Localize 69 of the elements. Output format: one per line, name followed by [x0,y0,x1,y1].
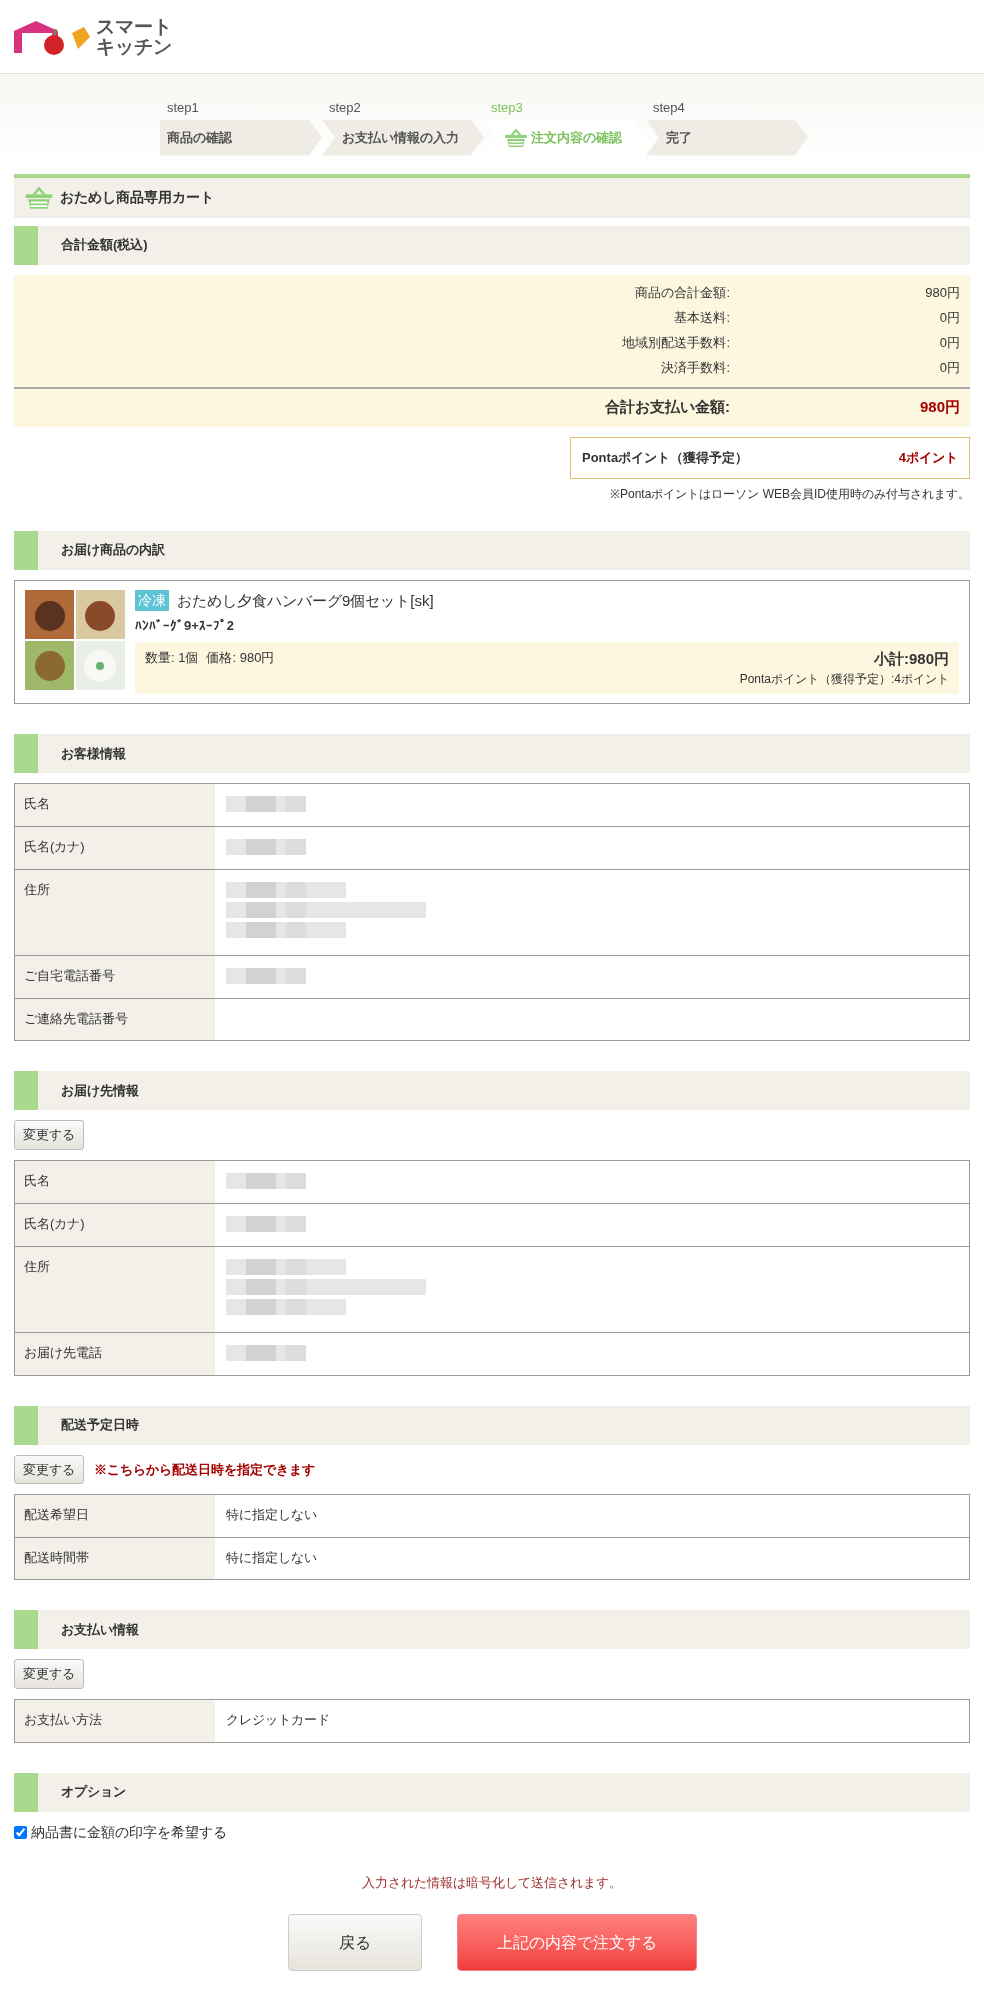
step-label: 商品の確認 [167,128,232,147]
logo-text: スマート キッチン [96,16,172,57]
section-accent-bar [14,530,38,570]
row-label: 住所 [15,870,215,955]
total-value: 0円 [938,334,961,353]
section-accent-bar [14,734,38,773]
delivery-notice: ※こちらから配送日時を指定できます [94,1460,315,1479]
step-number: step4 [652,99,685,117]
section-accent-bar [14,1772,38,1812]
total-label: 商品の合計金額: [635,284,730,303]
row-label: 配送希望日 [15,1495,215,1537]
grand-total-label: 合計お支払い金額: [605,397,730,418]
row-label: 氏名(カナ) [15,1203,215,1246]
total-value: 980円 [924,284,961,303]
security-note: 入力された情報は暗号化して送信されます。 [361,1873,623,1892]
total-value: 0円 [938,359,961,378]
section-accent-bar [14,1610,38,1649]
total-label: 地域別配送手数料: [622,334,730,353]
section-accent-bar [14,1405,38,1445]
section-title: お支払い情報 [61,1620,139,1639]
product-name: おためし夕食ハンバーグ9個セット[sk] [177,590,434,611]
section-accent-bar [14,1071,38,1110]
step-label: 注文内容の確認 [531,128,622,147]
row-label: ご連絡先電話番号 [15,999,215,1040]
price-text: 価格: 980円 [206,648,275,667]
step-number: step3 [490,99,523,117]
grand-total-value: 980円 [918,397,961,418]
row-label: お届け先電話 [15,1332,215,1375]
step-label: 完了 [666,128,692,147]
quantity-text: 数量: 1個 [145,648,199,667]
row-value: 特に指定しない [226,1550,317,1565]
step-label: お支払い情報の入力 [342,128,459,147]
total-label: 基本送料: [674,309,730,328]
row-value: 特に指定しない [226,1507,317,1522]
basket-icon [504,127,528,148]
frozen-badge: 冷凍 [135,590,169,612]
option-label: 納品書に金額の印字を希望する [31,1822,227,1842]
points-text: Pontaポイント（獲得予定）:4ポイント [739,671,949,688]
row-label: ご自宅電話番号 [15,956,215,998]
basket-icon [24,185,54,210]
section-title: お届け先情報 [61,1081,139,1100]
ponta-note: ※Pontaポイントはローソン WEB会員ID使用時のみ付与されます。 [608,485,970,503]
row-label: 氏名 [15,1160,215,1203]
step-number: step2 [328,99,361,117]
back-button[interactable]: 戻る [287,1914,422,1971]
section-title: お客様情報 [61,744,126,763]
row-label: 住所 [15,1246,215,1332]
change-button[interactable]: 変更する [14,1120,84,1150]
row-label: 氏名 [15,784,215,826]
total-label: 決済手数料: [661,359,730,378]
subtotal-text: 小計:980円 [872,648,949,669]
section-accent-bar [14,225,38,265]
section-title: 配送予定日時 [61,1416,139,1435]
option-checkbox[interactable] [14,1825,27,1839]
row-label: 氏名(カナ) [15,827,215,869]
step-number: step1 [166,99,199,117]
section-title: お届け商品の内訳 [61,541,165,560]
row-label: お支払い方法 [15,1699,215,1742]
ponta-label: Pontaポイント（獲得予定） [582,448,749,467]
section-title: オプション [61,1783,126,1802]
section-title: 合計金額(税込) [61,236,148,255]
ponta-value: 4ポイント [898,448,958,467]
change-button[interactable]: 変更する [14,1659,84,1689]
cart-title: おためし商品専用カート [60,188,214,207]
row-value: クレジットカード [226,1711,330,1727]
total-value: 0円 [938,309,961,328]
change-button[interactable]: 変更する [14,1454,84,1484]
row-label: 配送時間帯 [15,1538,215,1579]
product-subtitle: ﾊﾝﾊﾞｰｸﾞ9+ｽｰﾌﾟ2 [135,617,236,635]
